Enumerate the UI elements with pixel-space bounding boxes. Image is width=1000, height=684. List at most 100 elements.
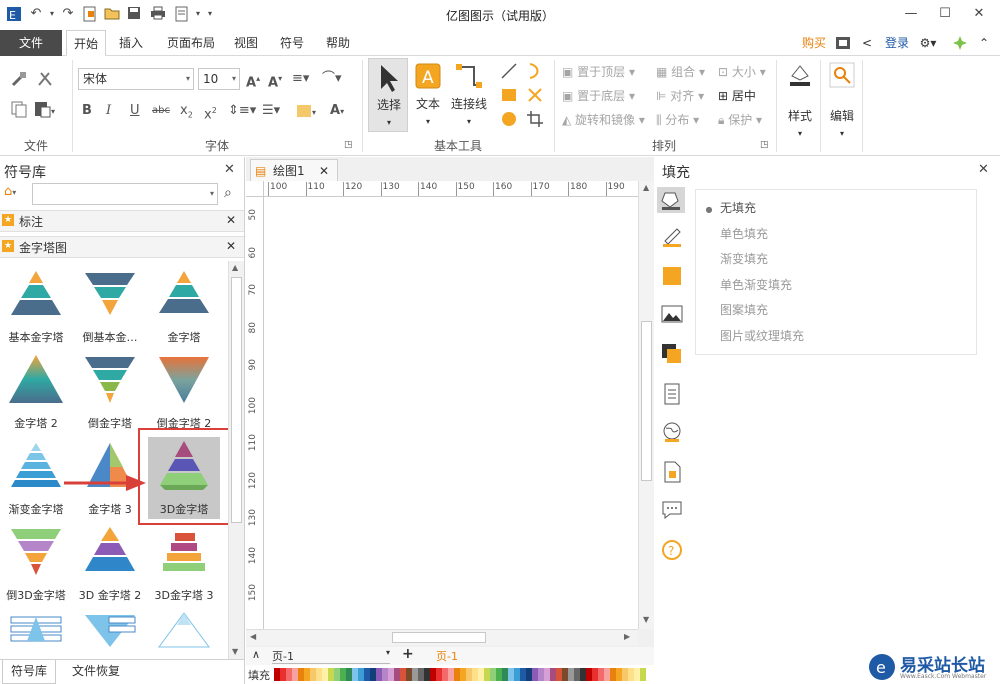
- login-link[interactable]: 登录: [882, 30, 912, 56]
- drawing-page[interactable]: [264, 197, 638, 629]
- present-icon[interactable]: [834, 30, 852, 56]
- tab-view[interactable]: 视图: [228, 30, 264, 56]
- line-style-icon[interactable]: [661, 225, 683, 247]
- font-dialog-launcher-icon[interactable]: ◳: [344, 136, 353, 154]
- close-window-icon[interactable]: ✕: [964, 3, 994, 25]
- text-tool-button[interactable]: A 文本 ▾: [412, 58, 444, 132]
- add-page-icon[interactable]: +: [402, 646, 414, 662]
- tab-help[interactable]: 帮助: [320, 30, 356, 56]
- line-tool-icon[interactable]: [500, 62, 518, 86]
- fill-option-single-gradient[interactable]: 单色渐变填充: [704, 276, 792, 294]
- tab-page-layout[interactable]: 页面布局: [160, 30, 222, 56]
- grow-font-icon[interactable]: A▴: [246, 70, 260, 92]
- crop-tool-icon[interactable]: [526, 110, 544, 134]
- superscript-icon[interactable]: x2: [204, 102, 217, 124]
- share-icon[interactable]: <: [858, 30, 876, 56]
- shape-grid-scrollbar[interactable]: ▲ ▼: [228, 261, 244, 661]
- bring-to-front-button[interactable]: ▣ 置于顶层 ▾: [562, 64, 635, 80]
- select-tool-button[interactable]: 选择 ▾: [368, 58, 408, 132]
- copy-icon[interactable]: [10, 100, 28, 124]
- text-direction-icon[interactable]: ⌒▾: [322, 70, 342, 88]
- italic-icon[interactable]: I: [106, 102, 111, 120]
- settings-gear-icon[interactable]: ⚙▾: [916, 30, 940, 56]
- tab-symbol-library[interactable]: 符号库: [2, 660, 56, 684]
- send-to-back-button[interactable]: ▣ 置于底层 ▾: [562, 88, 635, 104]
- paste-icon[interactable]: ▾: [34, 100, 56, 124]
- rectangle-tool-icon[interactable]: [500, 86, 518, 110]
- shape-inverted-3d-pyramid[interactable]: 倒3D金字塔: [0, 523, 72, 605]
- page-tab[interactable]: 页-1: [436, 648, 458, 664]
- color-swatch[interactable]: [640, 668, 646, 681]
- select-dropdown-icon[interactable]: ▾: [369, 115, 409, 131]
- center-button[interactable]: ⊞ 居中: [718, 88, 756, 104]
- cross-tool-icon[interactable]: [526, 86, 544, 110]
- subscript-icon[interactable]: x2: [180, 102, 193, 125]
- align-button[interactable]: ⊫ 对齐 ▾: [656, 88, 704, 104]
- search-icon[interactable]: ⌕: [224, 185, 232, 201]
- font-color-icon[interactable]: A▾: [330, 102, 344, 121]
- group-button[interactable]: ▦ 组合 ▾: [656, 64, 705, 80]
- tab-file-recovery[interactable]: 文件恢复: [64, 660, 128, 684]
- edit-dropdown-icon[interactable]: ▾: [824, 126, 860, 142]
- library-home-icon[interactable]: ⌂▾: [4, 184, 30, 204]
- underline-icon[interactable]: U: [130, 102, 140, 120]
- attachment-file-icon[interactable]: [661, 461, 683, 483]
- shape-pyramid[interactable]: 金字塔: [148, 265, 220, 347]
- page-nav-up-icon[interactable]: ∧: [252, 648, 260, 661]
- shadow-color-icon[interactable]: [661, 265, 683, 287]
- strikethrough-icon[interactable]: abc: [152, 102, 170, 120]
- connector-dropdown-icon[interactable]: ▾: [448, 114, 490, 130]
- close-fill-panel-icon[interactable]: ✕: [978, 162, 989, 177]
- scroll-down-icon[interactable]: ▼: [643, 615, 649, 624]
- font-name-select[interactable]: 宋体 ▾: [78, 68, 194, 90]
- buy-link[interactable]: 购买: [800, 30, 828, 56]
- color-swatches[interactable]: [274, 668, 654, 681]
- bold-icon[interactable]: B: [82, 102, 92, 120]
- shape-3d-pyramid-3[interactable]: 3D金字塔 3: [148, 523, 220, 605]
- globe-icon[interactable]: [661, 421, 683, 443]
- font-size-select[interactable]: 10 ▾: [198, 68, 240, 90]
- page-document-icon[interactable]: [661, 383, 683, 405]
- tab-symbol[interactable]: 符号: [274, 30, 310, 56]
- format-painter-icon[interactable]: [10, 70, 28, 94]
- shape-pyramid-2[interactable]: 金字塔 2: [0, 351, 72, 433]
- shape-basic-pyramid[interactable]: 基本金字塔: [0, 265, 72, 347]
- image-icon[interactable]: [661, 303, 683, 325]
- fill-option-solid[interactable]: 单色填充: [704, 225, 768, 243]
- cut-icon[interactable]: [36, 70, 54, 94]
- size-button[interactable]: ⊡ 大小 ▾: [718, 64, 766, 80]
- comment-icon[interactable]: [661, 499, 683, 521]
- horizontal-scrollbar[interactable]: ◀ ▶: [246, 629, 638, 645]
- minimize-icon[interactable]: —: [896, 3, 926, 25]
- document-tab[interactable]: ▤ 绘图1 ✕: [250, 159, 338, 181]
- shape-inverted-basic-pyramid[interactable]: 倒基本金…: [74, 265, 146, 347]
- rotate-mirror-button[interactable]: ◭ 旋转和镜像 ▾: [562, 112, 645, 128]
- library-search-input[interactable]: ▾: [32, 183, 218, 205]
- scroll-right-icon[interactable]: ▶: [624, 632, 630, 641]
- shape-inverted-pyramid-2[interactable]: 倒金字塔 2: [148, 351, 220, 433]
- distribute-button[interactable]: ⫼ 分布 ▾: [656, 112, 699, 128]
- shape-pyramid-list[interactable]: [0, 609, 72, 653]
- close-panel-icon[interactable]: ✕: [224, 162, 235, 177]
- tab-insert[interactable]: 插入: [113, 30, 149, 56]
- tab-home[interactable]: 开始: [66, 30, 106, 56]
- close-category-icon[interactable]: ✕: [226, 213, 236, 227]
- ellipse-tool-icon[interactable]: [500, 110, 518, 134]
- text-dropdown-icon[interactable]: ▾: [408, 114, 448, 130]
- shrink-font-icon[interactable]: A▾: [268, 70, 282, 92]
- scroll-up-icon[interactable]: ▲: [643, 183, 649, 192]
- collapse-ribbon-icon[interactable]: ⌃: [974, 30, 994, 56]
- library-category-callout[interactable]: ★ 标注 ✕: [0, 210, 244, 232]
- arrange-dialog-launcher-icon[interactable]: ◳: [760, 136, 769, 154]
- theme-icon[interactable]: [950, 30, 970, 56]
- file-menu[interactable]: 文件: [0, 30, 62, 56]
- layer-icon[interactable]: [661, 343, 683, 365]
- text-align-icon[interactable]: ≡▾: [292, 70, 309, 88]
- text-highlight-icon[interactable]: ▾: [296, 102, 320, 126]
- style-button[interactable]: 样式 ▾: [782, 60, 818, 140]
- scrollbar-thumb[interactable]: [392, 632, 486, 643]
- protect-button[interactable]: 🔒︎ 保护 ▾: [718, 112, 762, 128]
- arc-tool-icon[interactable]: [526, 62, 544, 86]
- vertical-scrollbar[interactable]: ▲ ▼: [638, 181, 654, 629]
- fill-option-pattern[interactable]: 图案填充: [704, 301, 768, 319]
